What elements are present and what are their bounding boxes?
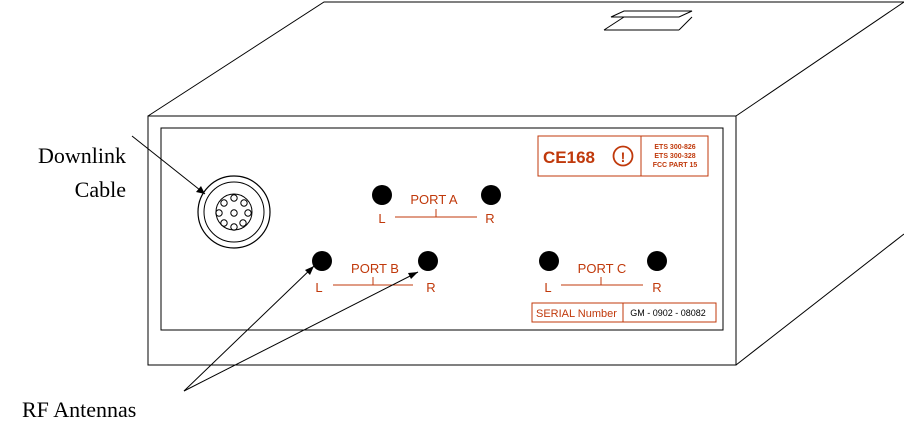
- rf-leader-line-1: [183, 265, 315, 392]
- standard-1: ETS 300-826: [654, 144, 695, 151]
- alert-icon-glyph: !: [621, 149, 626, 165]
- port-b: PORT B L R: [312, 251, 438, 295]
- port-a-left-antenna-jack: [372, 185, 392, 205]
- device-drawing: PORT A L R PORT B L R PORT C L R CE168 !…: [22, 1, 904, 422]
- device-enclosure: [147, 1, 904, 366]
- port-b-left-antenna-jack: [312, 251, 332, 271]
- port-b-right-antenna-jack: [418, 251, 438, 271]
- top-face-back-edge: [147, 1, 904, 117]
- port-a: PORT A L R: [372, 185, 501, 226]
- port-b-label: PORT B: [351, 261, 399, 276]
- top-face-right-edge: [735, 1, 904, 117]
- device-diagram: PORT A L R PORT B L R PORT C L R CE168 !…: [0, 0, 904, 423]
- rf-antennas-label: RF Antennas: [22, 397, 136, 422]
- serial-number-value: GM - 0902 - 08082: [630, 308, 706, 318]
- front-panel-inner: [160, 127, 724, 331]
- downlink-arrowhead: [196, 186, 205, 194]
- top-slot-edge-left: [603, 16, 625, 31]
- port-a-right-antenna-jack: [481, 185, 501, 205]
- port-c-right-label: R: [652, 280, 661, 295]
- downlink-cable-label-line1: Downlink: [38, 143, 126, 168]
- standard-2: ETS 300-328: [654, 153, 695, 160]
- standard-3: FCC PART 15: [653, 162, 698, 169]
- downlink-cable-label-line2: Cable: [75, 177, 126, 202]
- side-face-bottom-edge: [735, 233, 904, 366]
- port-a-right-label: R: [485, 211, 494, 226]
- front-panel-outer: [147, 115, 737, 366]
- port-c-right-antenna-jack: [647, 251, 667, 271]
- serial-number-label: SERIAL Number: [536, 308, 617, 320]
- port-c: PORT C L R: [539, 251, 667, 295]
- top-slot: [610, 10, 693, 18]
- downlink-leader-line: [131, 135, 206, 195]
- port-b-right-label: R: [426, 280, 435, 295]
- certification-label: CE168 ! ETS 300-826 ETS 300-328 FCC PART…: [537, 135, 709, 177]
- serial-label: SERIAL Number GM - 0902 - 08082: [531, 302, 717, 323]
- rf-arrowhead-2: [408, 272, 418, 279]
- port-c-label: PORT C: [578, 261, 627, 276]
- port-c-left-antenna-jack: [539, 251, 559, 271]
- downlink-connector: [197, 175, 271, 249]
- ce-mark: CE168: [543, 148, 595, 167]
- port-c-left-label: L: [544, 280, 551, 295]
- port-b-left-label: L: [315, 280, 322, 295]
- top-slot-edge-right: [678, 16, 693, 31]
- rf-leader-line-2: [183, 271, 419, 392]
- port-a-label: PORT A: [410, 192, 458, 207]
- port-a-left-label: L: [378, 211, 385, 226]
